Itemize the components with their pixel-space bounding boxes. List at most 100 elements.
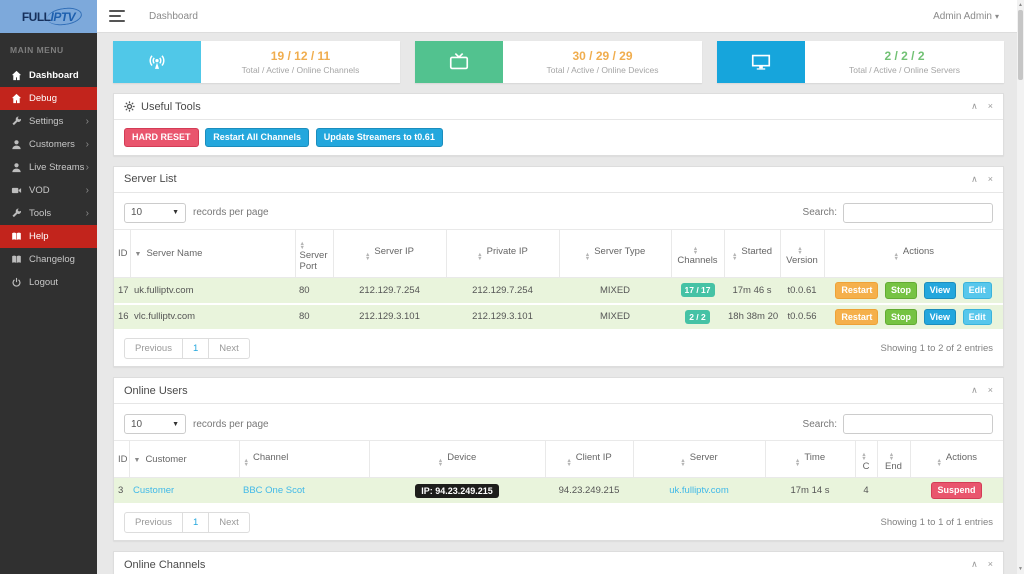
column-header-started[interactable]: Started [724,229,780,277]
monitor-icon [717,41,805,83]
column-header-server[interactable]: Server [633,441,765,478]
book-icon [10,254,22,266]
page-number-button[interactable]: 1 [182,513,209,532]
stat-value: 30 / 29 / 29 [572,49,632,63]
scroll-up-icon[interactable]: ▲ [1017,2,1024,8]
edit-button[interactable]: Edit [963,309,992,326]
tv-icon [415,41,503,83]
panel-title: Online Channels [124,559,205,571]
column-header-server-ip[interactable]: Server IP [333,229,446,277]
chevron-down-icon: ▼ [172,421,179,428]
sidebar-item-logout[interactable]: Logout [0,271,97,294]
column-header-id[interactable]: ID [114,441,129,478]
sidebar-item-dashboard[interactable]: Dashboard [0,64,97,87]
chevron-right-icon: › [86,162,89,173]
scrollbar-thumb[interactable] [1018,10,1023,80]
collapse-icon[interactable]: ∧ [971,559,978,570]
collapse-icon[interactable]: ∧ [971,174,978,185]
stat-card-channels[interactable]: 19 / 12 / 11 Total / Active / Online Cha… [113,41,400,83]
restart-button[interactable]: Restart [835,282,878,299]
stat-card-devices[interactable]: 30 / 29 / 29 Total / Active / Online Dev… [415,41,702,83]
panel-useful-tools: Useful Tools ∧ × HARD RESET Restart All … [113,93,1004,156]
collapse-icon[interactable]: ∧ [971,101,978,112]
stat-value: 19 / 12 / 11 [271,49,330,63]
sidebar-item-live-streams[interactable]: Live Streams › [0,156,97,179]
column-header-device[interactable]: Device [369,441,545,478]
scrollbar[interactable]: ▲ ▼ [1017,0,1024,574]
book-icon [10,231,22,243]
panel-title: Online Users [124,385,188,397]
close-icon[interactable]: × [988,385,993,396]
table-row: 16 vlc.fulliptv.com 80 212.129.3.101 212… [114,304,1003,331]
next-page-button[interactable]: Next [209,339,249,358]
close-icon[interactable]: × [988,559,993,570]
sidebar-item-changelog[interactable]: Changelog [0,248,97,271]
channel-link[interactable]: BBC One Scot [243,485,305,496]
main-content: 19 / 12 / 11 Total / Active / Online Cha… [97,34,1017,574]
chevron-right-icon: › [86,139,89,150]
server-list-table: ID ▼Server Name Server Port Server IP Pr… [114,229,1003,332]
server-link[interactable]: uk.fulliptv.com [669,485,728,496]
column-header-channels[interactable]: Channels [671,229,724,277]
sort-icon [797,247,802,255]
sidebar-item-settings[interactable]: Settings › [0,110,97,133]
column-header-server-name[interactable]: ▼Server Name [130,229,295,277]
column-header-server-type[interactable]: Server Type [559,229,671,277]
sort-icon [477,253,482,261]
sort-desc-icon: ▼ [135,251,142,258]
close-icon[interactable]: × [988,174,993,185]
edit-button[interactable]: Edit [963,282,992,299]
panel-title: Useful Tools [141,101,201,113]
page-number-button[interactable]: 1 [182,339,209,358]
hard-reset-button[interactable]: HARD RESET [124,128,199,147]
stop-button[interactable]: Stop [885,309,917,326]
sidebar-item-customers[interactable]: Customers › [0,133,97,156]
column-header-c[interactable]: C [855,441,877,478]
stat-label: Total / Active / Online Channels [242,65,360,75]
sidebar-item-vod[interactable]: VOD › [0,179,97,202]
server-name: uk.fulliptv.com [130,277,295,303]
column-header-id[interactable]: ID [114,229,130,277]
view-button[interactable]: View [924,282,956,299]
column-header-time[interactable]: Time [765,441,855,478]
sort-icon [889,453,894,461]
sidebar-item-help[interactable]: Help [0,225,97,248]
sort-icon [585,253,590,261]
column-header-actions[interactable]: Actions [910,441,1003,478]
column-header-actions[interactable]: Actions [824,229,1003,277]
stat-value: 2 / 2 / 2 [884,49,924,63]
sidebar-toggle-button[interactable] [109,10,125,22]
restart-button[interactable]: Restart [835,309,878,326]
stat-card-servers[interactable]: 2 / 2 / 2 Total / Active / Online Server… [717,41,1004,83]
column-header-version[interactable]: Version [780,229,824,277]
stop-button[interactable]: Stop [885,282,917,299]
app-logo[interactable]: FULLIPTV [0,0,97,33]
sort-icon [861,453,866,461]
view-button[interactable]: View [924,309,956,326]
sidebar-item-debug[interactable]: Debug [0,87,97,110]
suspend-button[interactable]: Suspend [931,482,981,499]
records-per-page-select[interactable]: 10 ▼ [124,414,186,434]
customer-link[interactable]: Customer [133,485,174,496]
update-streamers-button[interactable]: Update Streamers to t0.61 [316,128,443,147]
scroll-down-icon[interactable]: ▼ [1017,566,1024,572]
records-per-page-select[interactable]: 10 ▼ [124,203,186,223]
column-header-customer[interactable]: ▼Customer [129,441,239,478]
topbar: Dashboard Admin Admin▾ [97,0,1017,33]
previous-page-button[interactable]: Previous [125,513,182,532]
column-header-private-ip[interactable]: Private IP [446,229,559,277]
previous-page-button[interactable]: Previous [125,339,182,358]
collapse-icon[interactable]: ∧ [971,385,978,396]
user-menu[interactable]: Admin Admin▾ [933,11,999,22]
column-header-channel[interactable]: Channel [239,441,369,478]
next-page-button[interactable]: Next [209,513,249,532]
search-input[interactable] [843,414,993,434]
column-header-client-ip[interactable]: Client IP [545,441,633,478]
search-input[interactable] [843,203,993,223]
close-icon[interactable]: × [988,101,993,112]
column-header-end[interactable]: End [877,441,910,478]
restart-all-channels-button[interactable]: Restart All Channels [205,128,309,147]
sort-icon [244,459,249,467]
column-header-server-port[interactable]: Server Port [295,229,333,277]
sidebar-item-tools[interactable]: Tools › [0,202,97,225]
